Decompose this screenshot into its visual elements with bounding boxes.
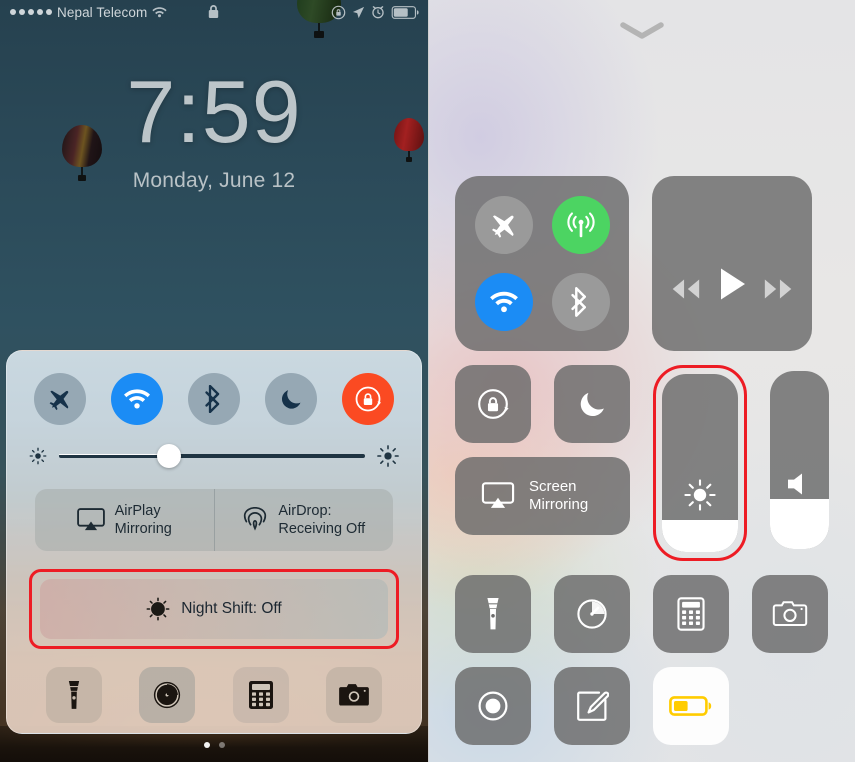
play-icon[interactable] — [717, 267, 747, 301]
screen-mirroring-label: Screen Mirroring — [529, 478, 589, 513]
left-panel-ios10-lockscreen: Nepal Telecom 7:59 Monday, June 12 AirPl… — [0, 0, 428, 762]
alarm-clock-icon — [371, 5, 385, 19]
do-not-disturb-toggle[interactable] — [554, 365, 630, 443]
sun-small-icon — [29, 447, 47, 465]
sun-large-icon — [377, 445, 399, 467]
screen-mirroring-button[interactable]: Screen Mirroring — [455, 457, 630, 535]
airdrop-label: AirDrop: Receiving Off — [278, 502, 366, 537]
cc-row-2: Screen Mirroring — [455, 365, 829, 561]
wifi-toggle[interactable] — [110, 373, 163, 425]
calculator-button[interactable] — [232, 667, 289, 723]
sun-icon — [662, 477, 738, 513]
notes-button[interactable] — [554, 667, 630, 745]
camera-button[interactable] — [752, 575, 828, 653]
airdrop-button[interactable]: AirDrop: Receiving Off — [213, 489, 394, 551]
airplay-icon — [481, 482, 515, 510]
rotation-lock-icon — [331, 5, 346, 20]
night-shift-label: Night Shift: Off — [181, 600, 282, 617]
signal-dot — [37, 9, 43, 15]
signal-strength-dots — [10, 9, 52, 15]
cc-row-1 — [455, 176, 829, 351]
flashlight-button[interactable] — [455, 575, 531, 653]
signal-dot — [19, 9, 25, 15]
bluetooth-toggle[interactable] — [187, 373, 240, 425]
pill-button-row: AirPlay Mirroring AirDrop: Receiving Off — [7, 471, 421, 551]
airplay-mirroring-button[interactable]: AirPlay Mirroring — [35, 489, 214, 551]
cc-row-3-shortcuts — [455, 575, 829, 653]
ios11-control-center-grid: Screen Mirroring — [429, 176, 855, 745]
brightness-slider[interactable] — [662, 374, 738, 552]
rotation-lock-toggle[interactable] — [455, 365, 531, 443]
cellular-data-toggle[interactable] — [551, 195, 610, 254]
toggle-row — [7, 351, 421, 431]
right-panel-ios11-control-center: Screen Mirroring — [428, 0, 855, 762]
page-dot[interactable] — [218, 742, 225, 748]
status-bar-right-icons — [331, 5, 420, 20]
ios10-control-center: AirPlay Mirroring AirDrop: Receiving Off — [6, 350, 422, 734]
lock-status-center — [167, 5, 331, 19]
signal-dot — [28, 9, 34, 15]
location-arrow-icon — [352, 6, 365, 19]
media-playback-tile — [652, 176, 812, 351]
fast-forward-icon[interactable] — [762, 277, 796, 301]
rewind-icon[interactable] — [668, 277, 702, 301]
connectivity-group — [455, 176, 629, 351]
airplay-icon — [76, 508, 105, 532]
calculator-button[interactable] — [653, 575, 729, 653]
night-shift-section: Night Shift: Off — [7, 551, 421, 649]
brightness-slider-fill — [59, 454, 170, 455]
page-indicator-dots[interactable] — [0, 742, 428, 748]
clock-time: 7:59 — [126, 62, 302, 161]
brightness-highlight-box — [653, 365, 747, 561]
night-shift-button[interactable]: Night Shift: Off — [40, 579, 388, 639]
bluetooth-toggle[interactable] — [551, 273, 610, 332]
airdrop-icon — [242, 507, 268, 533]
clock-date: Monday, June 12 — [132, 169, 296, 192]
night-shift-highlight-box: Night Shift: Off — [29, 569, 399, 649]
brightness-control — [7, 431, 421, 471]
cc-left-column: Screen Mirroring — [455, 365, 630, 561]
speaker-icon — [770, 471, 829, 497]
brightness-slider-fill — [662, 519, 738, 552]
lock-screen-clock: 7:59 Monday, June 12 — [0, 68, 428, 193]
signal-dot — [46, 9, 52, 15]
carrier-label: Nepal Telecom — [57, 4, 148, 20]
signal-dot — [10, 9, 16, 15]
camera-button[interactable] — [326, 667, 383, 723]
status-bar: Nepal Telecom — [0, 0, 428, 24]
brightness-slider-knob[interactable] — [157, 444, 182, 468]
wifi-toggle[interactable] — [474, 273, 533, 332]
page-dot-active[interactable] — [203, 742, 210, 748]
chevron-down-icon — [620, 22, 664, 40]
airplay-airdrop-pill: AirPlay Mirroring AirDrop: Receiving Off — [35, 489, 393, 551]
night-shift-icon — [146, 597, 170, 621]
screenshot-stage: Nepal Telecom 7:59 Monday, June 12 AirPl… — [0, 0, 855, 762]
brightness-slider[interactable] — [59, 444, 365, 468]
cc-row-4-shortcuts — [455, 667, 829, 745]
rotation-lock-toggle[interactable] — [342, 373, 395, 425]
app-shortcut-row — [7, 649, 421, 733]
lock-icon — [208, 5, 219, 19]
cc-toggle-pair — [455, 365, 630, 443]
battery-icon — [391, 5, 420, 19]
timer-button[interactable] — [139, 667, 196, 723]
volume-slider[interactable] — [770, 371, 829, 549]
airplane-mode-toggle[interactable] — [33, 373, 86, 425]
flashlight-button[interactable] — [45, 667, 102, 723]
do-not-disturb-toggle[interactable] — [265, 373, 318, 425]
control-center-drag-handle[interactable] — [429, 22, 855, 40]
volume-slider-fill — [770, 499, 829, 549]
airplane-mode-toggle[interactable] — [474, 195, 533, 254]
airplay-label: AirPlay Mirroring — [114, 502, 172, 537]
timer-button[interactable] — [554, 575, 630, 653]
wifi-icon — [152, 6, 167, 18]
low-power-mode-button[interactable] — [653, 667, 729, 745]
screen-recording-button[interactable] — [455, 667, 531, 745]
